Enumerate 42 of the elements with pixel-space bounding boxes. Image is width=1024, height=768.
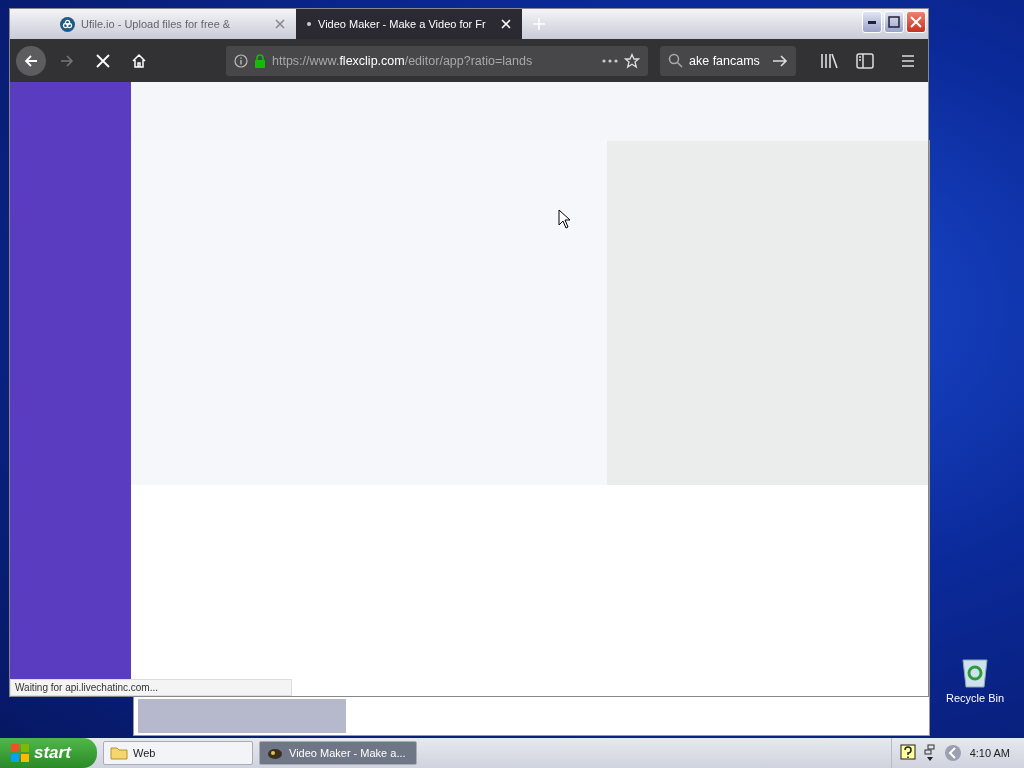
taskbar-button[interactable]: Video Maker - Make a... (259, 741, 417, 765)
clock: 4:10 AM (969, 747, 1010, 759)
tab-title: Video Maker - Make a Video for Fr (318, 18, 487, 30)
star-icon[interactable] (624, 52, 640, 69)
recycle-bin-icon[interactable] (960, 656, 990, 688)
arrow-icon[interactable] (772, 53, 788, 68)
search-field[interactable]: ake fancams (660, 45, 796, 76)
network-icon[interactable] (923, 744, 936, 762)
search-icon (668, 53, 683, 68)
loading-dot-icon (306, 21, 312, 27)
info-icon[interactable] (234, 53, 248, 68)
windows-flag-icon (10, 743, 30, 763)
sidebar-icon[interactable] (856, 52, 874, 69)
chevron-left-icon[interactable] (943, 744, 962, 762)
app-icon (266, 746, 284, 760)
address-bar[interactable]: https://www.flexclip.com/editor/app?ratio=lands (226, 45, 648, 76)
menu-icon[interactable] (900, 53, 916, 68)
browser-tab[interactable]: Video Maker - Make a Video for Fr (296, 9, 522, 39)
folder-icon (110, 746, 128, 760)
minimize-button[interactable] (862, 11, 882, 33)
lock-icon (254, 53, 266, 68)
tab-title: Ufile.io - Upload files for free & (81, 18, 232, 30)
back-button[interactable] (16, 45, 46, 76)
maximize-icon (888, 16, 900, 28)
mouse-cursor-icon (558, 209, 572, 229)
library-icon[interactable] (820, 52, 838, 69)
close-button[interactable] (906, 11, 926, 33)
back-arrow-icon (23, 52, 39, 69)
more-icon[interactable] (602, 58, 618, 63)
cloud-icon (60, 16, 75, 32)
help-icon[interactable] (899, 744, 916, 762)
browser-tab[interactable]: Ufile.io - Upload files for free & (50, 9, 296, 39)
forward-arrow-icon (59, 52, 75, 69)
taskbar-button[interactable]: Web (103, 741, 253, 765)
minimize-icon (868, 20, 876, 24)
maximize-button[interactable] (884, 11, 904, 33)
status-text: Waiting for api.livechatinc.com... (10, 679, 292, 696)
url-text: https://www.flexclip.com/editor/app?ratio=lands (272, 53, 534, 68)
home-icon (131, 52, 147, 69)
desktop-icon-label[interactable]: Recycle Bin (945, 692, 1005, 704)
close-icon (910, 16, 922, 28)
stop-icon (96, 53, 110, 68)
